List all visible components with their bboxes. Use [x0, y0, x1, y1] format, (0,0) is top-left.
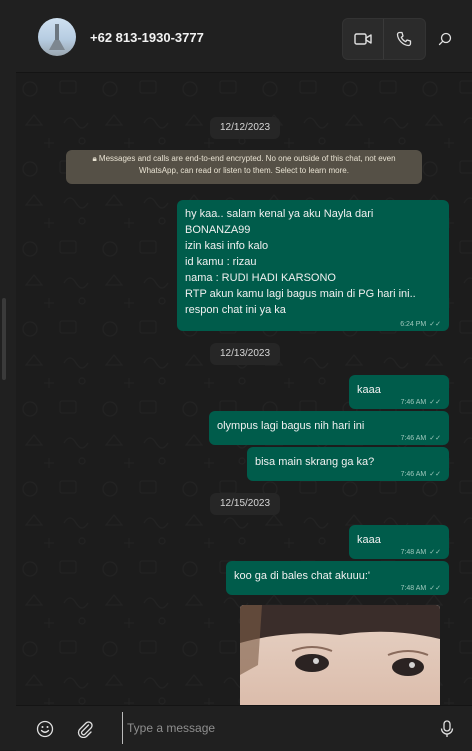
- message-text: kaaa: [357, 534, 381, 546]
- message-meta: 7:46 AM ✓✓: [400, 470, 441, 479]
- message-text: kaaa: [357, 384, 381, 396]
- message-meta: 7:46 AM ✓✓: [400, 398, 441, 407]
- message-text: koo ga di bales chat akuuu:': [234, 570, 371, 582]
- phone-icon: [396, 31, 412, 47]
- outgoing-message[interactable]: hy kaa.. salam kenal ya aku Nayla dari B…: [177, 200, 449, 331]
- double-check-icon: ✓✓: [429, 435, 441, 442]
- message-text: hy kaa.. salam kenal ya aku Nayla dari B…: [185, 208, 416, 316]
- outgoing-message[interactable]: kaaa 7:48 AM ✓✓: [349, 525, 449, 559]
- message-meta: 7:46 AM ✓✓: [400, 434, 441, 443]
- message-input-wrapper: [122, 712, 441, 744]
- message-time: 7:48 AM: [400, 584, 427, 592]
- message-meta: 6:24 PM ✓✓: [400, 320, 441, 329]
- call-buttons: [342, 18, 426, 60]
- double-check-icon: ✓✓: [429, 471, 441, 478]
- double-check-icon: ✓✓: [429, 321, 441, 328]
- encryption-notice-text: Messages and calls are end-to-end encryp…: [98, 154, 396, 175]
- contact-name[interactable]: +62 813-1930-3777: [90, 30, 204, 45]
- double-check-icon: ✓✓: [429, 585, 441, 592]
- composer-bar: [16, 705, 472, 751]
- whatsapp-window: +62 813-1930-3777 12/12/2023 🔒︎ Messages…: [0, 0, 472, 751]
- message-time: 6:24 PM: [400, 320, 427, 328]
- message-time: 7:46 AM: [400, 470, 427, 478]
- date-separator: 12/12/2023: [210, 117, 281, 139]
- rail-grip[interactable]: [2, 298, 6, 380]
- avatar-photo: [55, 24, 59, 50]
- child-photo: [240, 605, 440, 705]
- outgoing-message[interactable]: kaaa 7:46 AM ✓✓: [349, 375, 449, 409]
- message-time: 7:46 AM: [400, 434, 427, 442]
- voice-message-button[interactable]: [436, 718, 458, 740]
- message-time: 7:48 AM: [400, 548, 427, 556]
- microphone-icon: [440, 720, 454, 737]
- message-input[interactable]: [122, 712, 441, 744]
- attach-button[interactable]: [74, 718, 96, 740]
- message-time: 7:46 AM: [400, 398, 427, 406]
- date-separator: 12/15/2023: [210, 493, 281, 515]
- video-camera-icon: [354, 33, 372, 45]
- message-text: olympus lagi bagus nih hari ini: [217, 420, 365, 432]
- contact-avatar[interactable]: [38, 18, 76, 56]
- paperclip-icon: [77, 721, 93, 738]
- double-check-icon: ✓✓: [429, 399, 441, 406]
- date-separator: 12/13/2023: [210, 343, 281, 365]
- message-meta: 7:48 AM ✓✓: [400, 548, 441, 557]
- encryption-notice[interactable]: 🔒︎ Messages and calls are end-to-end enc…: [66, 150, 422, 184]
- emoji-button[interactable]: [34, 718, 56, 740]
- outgoing-message[interactable]: koo ga di bales chat akuuu:' 7:48 AM ✓✓: [226, 561, 449, 595]
- message-text: bisa main skrang ga ka?: [255, 456, 375, 468]
- message-list[interactable]: 12/12/2023 🔒︎ Messages and calls are end…: [16, 73, 472, 705]
- message-meta: 7:48 AM ✓✓: [400, 584, 441, 593]
- voice-call-button[interactable]: [384, 19, 424, 59]
- search-button[interactable]: [434, 28, 456, 50]
- image-message[interactable]: [240, 605, 440, 705]
- double-check-icon: ✓✓: [429, 549, 441, 556]
- emoji-icon: [36, 720, 54, 738]
- left-rail: [0, 0, 16, 750]
- outgoing-message[interactable]: bisa main skrang ga ka? 7:46 AM ✓✓: [247, 447, 449, 481]
- search-icon: [438, 32, 452, 46]
- outgoing-message[interactable]: olympus lagi bagus nih hari ini 7:46 AM …: [209, 411, 449, 445]
- chat-header: +62 813-1930-3777: [16, 0, 472, 73]
- video-call-button[interactable]: [343, 19, 383, 59]
